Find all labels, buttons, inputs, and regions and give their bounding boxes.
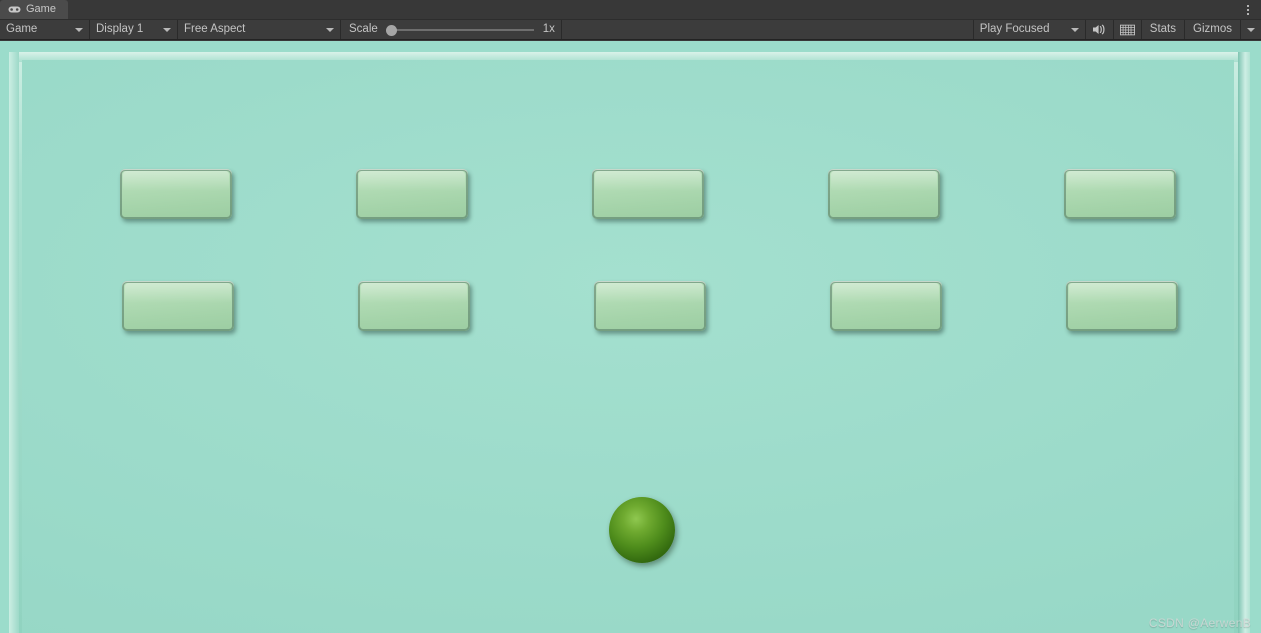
display-selector-value: Display 1	[96, 23, 144, 35]
scale-label: Scale	[349, 23, 378, 35]
arena-frame-left-wall	[9, 52, 19, 633]
stats-button-label: Stats	[1149, 23, 1177, 35]
brick-r2-c4	[830, 281, 942, 331]
tab-game[interactable]: Game	[0, 0, 68, 19]
scale-slider-knob[interactable]	[385, 24, 397, 36]
brick-r2-c1	[122, 281, 234, 331]
brick-r2-c2	[358, 281, 470, 331]
aspect-ratio-dropdown[interactable]: Free Aspect	[178, 20, 341, 39]
brick-r1-c1	[120, 169, 232, 219]
mute-audio-button[interactable]	[1086, 20, 1114, 39]
aspect-ratio-value: Free Aspect	[184, 23, 246, 35]
stats-button[interactable]: Stats	[1142, 20, 1186, 39]
display-selector-dropdown[interactable]: Display 1	[90, 20, 178, 39]
brick-r1-c2	[356, 169, 468, 219]
gamepad-icon	[8, 5, 21, 14]
game-viewport[interactable]: CSDN @AerwenB	[0, 41, 1261, 633]
scale-slider-track	[390, 28, 534, 31]
scale-value: 1x	[542, 23, 555, 35]
tab-bar: Game	[0, 0, 1261, 19]
stats-grid-button[interactable]	[1114, 20, 1142, 39]
watermark: CSDN @AerwenB	[1148, 616, 1251, 630]
game-view-toolbar: Game Display 1 Free Aspect Scale 1x Play…	[0, 19, 1261, 40]
brick-r1-c3	[592, 169, 704, 219]
ball	[609, 497, 675, 563]
kebab-menu-icon[interactable]	[1235, 0, 1261, 19]
scale-slider[interactable]	[385, 24, 534, 36]
arena-frame	[9, 52, 1250, 633]
brick-r2-c3	[594, 281, 706, 331]
brick-r1-c5	[1064, 169, 1176, 219]
play-mode-dropdown[interactable]: Play Focused	[974, 20, 1086, 39]
speaker-icon	[1092, 24, 1105, 35]
tab-bar-spacer	[68, 0, 1235, 19]
chevron-down-icon	[75, 27, 83, 32]
scale-control: Scale 1x	[341, 20, 562, 39]
toolbar-spacer	[562, 20, 974, 39]
tab-game-label: Game	[26, 3, 56, 15]
gizmos-button-label: Gizmos	[1193, 23, 1232, 35]
chevron-down-icon	[1247, 27, 1255, 32]
view-selector-dropdown[interactable]: Game	[0, 20, 90, 39]
unity-game-window: Game Game Display 1 Free Aspect Scale 1x	[0, 0, 1261, 633]
chevron-down-icon	[1070, 27, 1079, 32]
gizmos-dropdown[interactable]	[1241, 20, 1261, 39]
play-mode-value: Play Focused	[979, 23, 1050, 35]
chevron-down-icon	[163, 27, 171, 32]
arena-inner-shadow	[22, 60, 1234, 633]
grid-icon	[1119, 24, 1135, 35]
gizmos-button[interactable]: Gizmos	[1185, 20, 1241, 39]
arena-frame-right-wall	[1238, 52, 1250, 633]
playfield[interactable]	[22, 60, 1234, 633]
view-selector-value: Game	[6, 23, 38, 35]
chevron-down-icon	[326, 27, 334, 32]
brick-r1-c4	[828, 169, 940, 219]
brick-r2-c5	[1066, 281, 1178, 331]
